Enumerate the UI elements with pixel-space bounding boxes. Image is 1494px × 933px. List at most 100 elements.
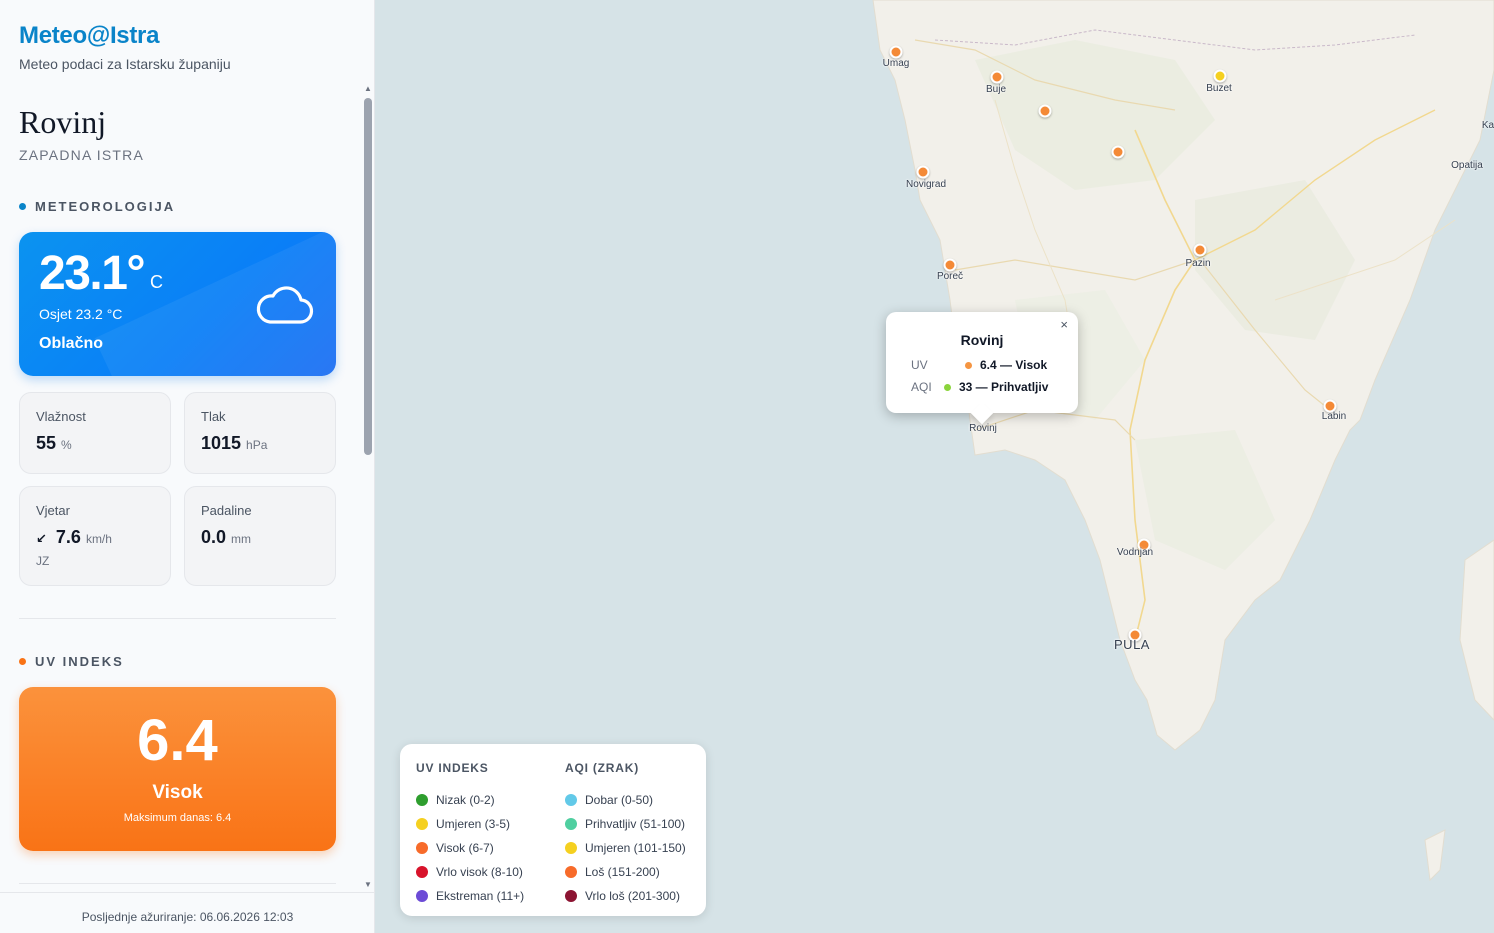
scrollbar-thumb[interactable] xyxy=(364,98,372,455)
town-label: PULA xyxy=(1114,637,1150,652)
scroll-down-icon[interactable]: ▼ xyxy=(363,880,373,890)
divider xyxy=(19,618,336,619)
town-label: Poreč xyxy=(936,271,964,282)
popup-aqi-row: AQI 33 — Prihvatljiv xyxy=(911,380,1048,394)
pressure-card: Tlak 1015 hPa xyxy=(184,392,336,474)
cloud-icon xyxy=(256,286,314,324)
meteo-section-title: METEOROLOGIJA xyxy=(19,199,175,214)
section-dot-icon xyxy=(19,658,26,665)
uv-status-dot-icon xyxy=(965,361,972,369)
humidity-card: Vlažnost 55% xyxy=(19,392,171,474)
map-marker-buje[interactable] xyxy=(990,70,1004,84)
town-label: Novigrad xyxy=(905,179,947,190)
map-marker-porec[interactable] xyxy=(943,258,957,272)
precipitation-value: 0.0 mm xyxy=(201,527,252,547)
legend-label: Prihvatljiv (51-100) xyxy=(585,817,686,831)
legend-label: Visok (6-7) xyxy=(436,841,494,855)
legend-swatch-icon xyxy=(565,842,577,854)
legend-swatch-icon xyxy=(416,794,428,806)
aqi-legend-item: Prihvatljiv (51-100) xyxy=(565,812,686,836)
town-label: Rovinj xyxy=(969,423,997,434)
town-label: Ka xyxy=(1481,120,1494,131)
popup-uv-key: UV xyxy=(911,358,928,372)
aqi-legend-item: Loš (151-200) xyxy=(565,860,686,884)
humidity-label: Vlažnost xyxy=(36,409,86,424)
uv-legend-item: Ekstreman (11+) xyxy=(416,884,524,908)
pressure-label: Tlak xyxy=(201,409,226,424)
map-popup: × Rovinj UV 6.4 — Visok AQI 33 — Prihvat… xyxy=(886,312,1078,413)
legend-label: Dobar (0-50) xyxy=(585,793,654,807)
divider xyxy=(19,883,336,884)
wind-card: Vjetar ↙ 7.6 km/h JZ xyxy=(19,486,171,586)
uv-value: 6.4 xyxy=(137,708,218,773)
town-label: Buje xyxy=(985,84,1007,95)
legend-swatch-icon xyxy=(565,866,577,878)
close-icon[interactable]: × xyxy=(1060,317,1068,332)
legend-swatch-icon xyxy=(565,818,577,830)
legend-swatch-icon xyxy=(416,842,428,854)
aqi-legend-item: Vrlo loš (201-300) xyxy=(565,884,686,908)
map-marker[interactable] xyxy=(1038,104,1052,118)
section-dot-icon xyxy=(19,203,26,210)
brand-title[interactable]: Meteo@Istra xyxy=(19,22,231,50)
legend-label: Umjeren (3-5) xyxy=(436,817,511,831)
temperature-unit: C xyxy=(150,272,163,292)
wind-direction: JZ xyxy=(36,554,50,568)
legend-label: Loš (151-200) xyxy=(585,865,660,879)
legend-uv-column: UV INDEKS Nizak (0-2) Umjeren (3-5) Visok … xyxy=(416,761,524,908)
sidebar-scrollbar[interactable]: ▲ ▼ xyxy=(363,84,373,890)
popup-title: Rovinj xyxy=(960,332,1004,348)
popup-uv-value: 6.4 — Visok xyxy=(980,358,1048,372)
map-marker-pazin[interactable] xyxy=(1193,243,1207,257)
legend-swatch-icon xyxy=(565,794,577,806)
uv-legend-item: Nizak (0-2) xyxy=(416,788,524,812)
map[interactable]: Umag Buje Buzet Novigrad Poreč Pazin Rov… xyxy=(375,0,1494,933)
brand-subtitle: Meteo podaci za Istarsku županiju xyxy=(19,56,231,72)
pressure-value: 1015 hPa xyxy=(201,433,268,453)
map-legend: UV INDEKS Nizak (0-2) Umjeren (3-5) Visok … xyxy=(400,744,706,916)
map-marker[interactable] xyxy=(1111,145,1125,159)
uv-max-today: Maksimum danas: 6.4 xyxy=(123,812,232,824)
legend-aqi-title: AQI (ZRAK) xyxy=(565,761,639,775)
location-region: ZAPADNA ISTRA xyxy=(19,147,145,163)
legend-swatch-icon xyxy=(416,890,428,902)
legend-label: Vrlo visok (8-10) xyxy=(436,865,523,879)
sidebar: Meteo@Istra Meteo podaci za Istarsku žup… xyxy=(0,0,375,933)
map-marker-umag[interactable] xyxy=(889,45,903,59)
precipitation-card: Padaline 0.0 mm xyxy=(184,486,336,586)
location-name: Rovinj xyxy=(19,104,107,140)
aqi-legend-item: Umjeren (101-150) xyxy=(565,836,686,860)
weather-card: 23.1° C Osjet 23.2 °C Oblačno xyxy=(19,232,336,376)
humidity-value: 55% xyxy=(36,433,72,453)
town-label: Labin xyxy=(1321,411,1347,422)
scroll-up-icon[interactable]: ▲ xyxy=(363,84,373,94)
legend-label: Ekstreman (11+) xyxy=(436,889,525,903)
uv-legend-item: Umjeren (3-5) xyxy=(416,812,524,836)
legend-label: Nizak (0-2) xyxy=(436,793,495,807)
wind-value: ↙ 7.6 km/h xyxy=(36,527,112,547)
legend-aqi-column: AQI (ZRAK) Dobar (0-50) Prihvatljiv (51-1… xyxy=(565,761,686,908)
feels-like: Osjet 23.2 °C xyxy=(39,306,123,322)
brand: Meteo@Istra Meteo podaci za Istarsku žup… xyxy=(19,22,231,72)
aqi-status-dot-icon xyxy=(944,383,951,391)
town-label: Buzet xyxy=(1206,83,1232,94)
popup-aqi-value: 33 — Prihvatljiv xyxy=(959,380,1049,394)
town-label: Umag xyxy=(882,58,910,69)
wind-label: Vjetar xyxy=(36,503,70,518)
wind-direction-arrow-icon: ↙ xyxy=(36,531,47,546)
town-label: Pazin xyxy=(1185,258,1211,269)
map-marker-buzet[interactable] xyxy=(1213,69,1227,83)
temperature-value: 23.1° xyxy=(39,247,146,300)
popup-aqi-key: AQI xyxy=(911,380,932,394)
last-update: Posljednje ažuriranje: 06.06.2026 12:03 xyxy=(0,892,374,933)
town-label: Opatija xyxy=(1451,160,1483,171)
legend-label: Vrlo loš (201-300) xyxy=(585,889,680,903)
uv-section-title: UV INDEKS xyxy=(19,654,124,669)
legend-swatch-icon xyxy=(565,890,577,902)
map-marker-novigrad[interactable] xyxy=(916,165,930,179)
legend-swatch-icon xyxy=(416,818,428,830)
uv-legend-item: Visok (6-7) xyxy=(416,836,524,860)
uv-card: 6.4 Visok Maksimum danas: 6.4 xyxy=(19,687,336,851)
uv-legend-item: Vrlo visok (8-10) xyxy=(416,860,524,884)
weather-condition: Oblačno xyxy=(39,335,104,352)
